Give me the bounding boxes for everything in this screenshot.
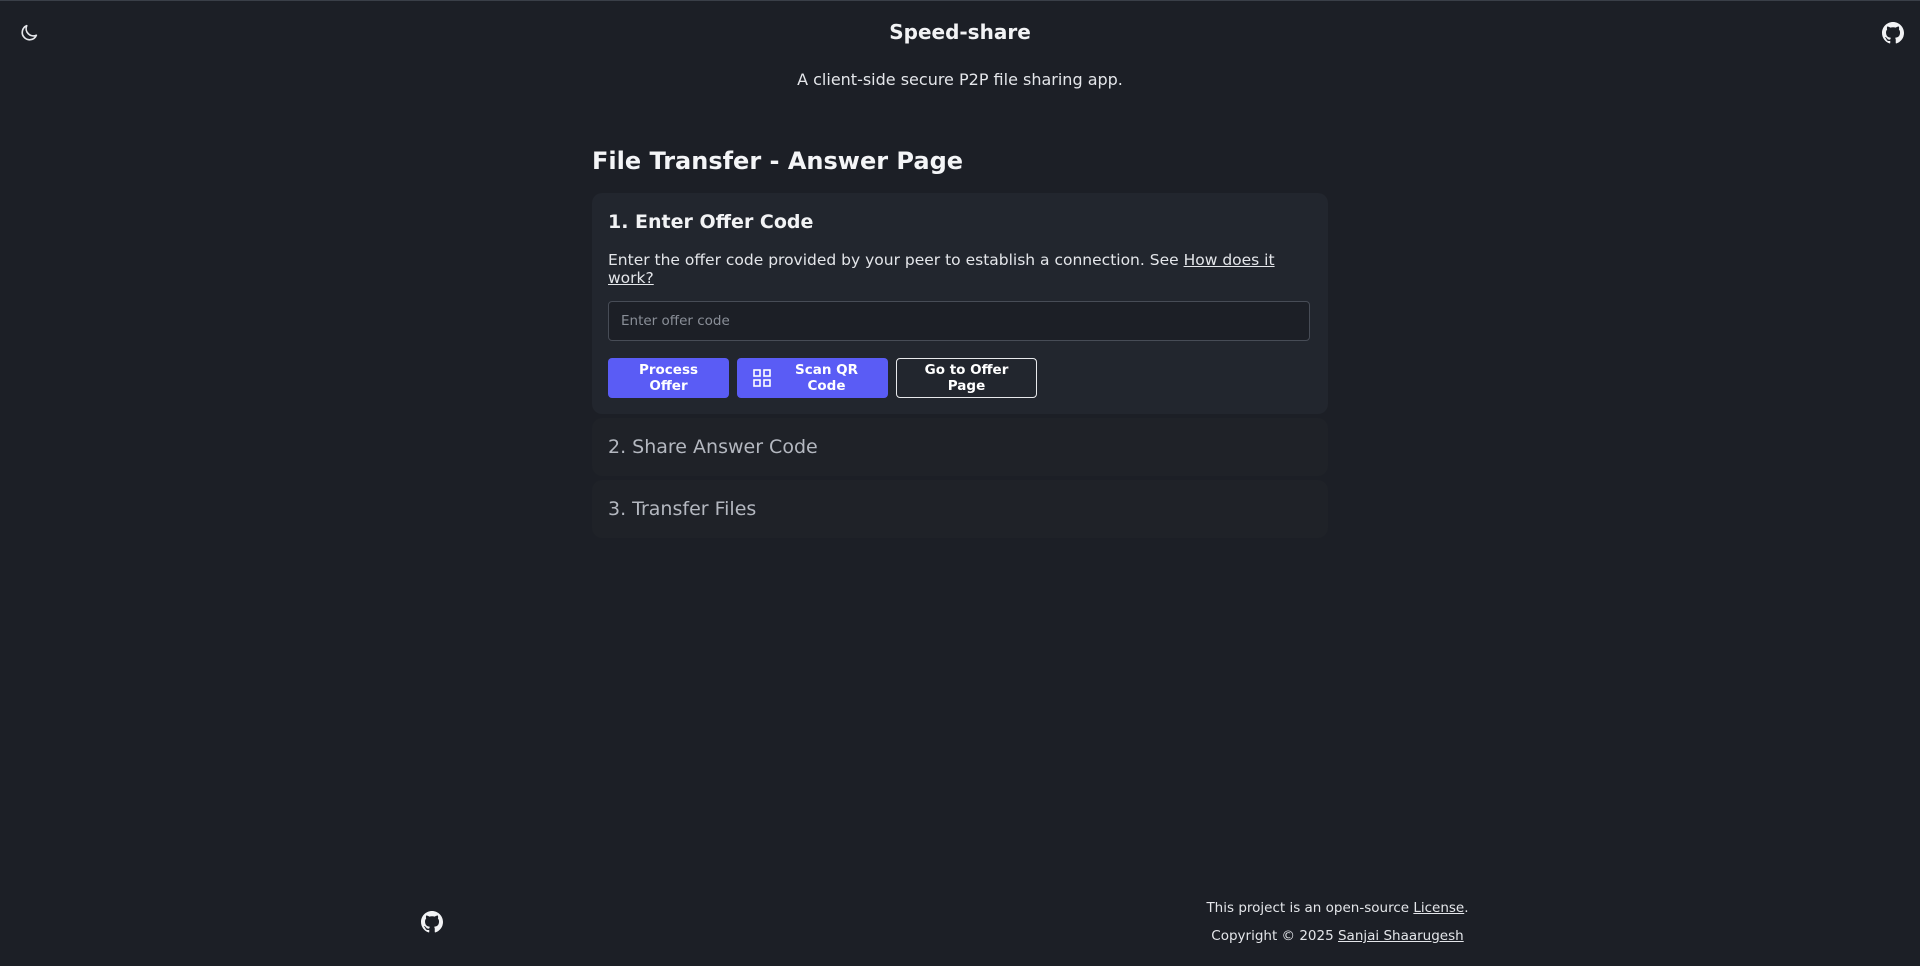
- top-border: [0, 0, 1920, 1]
- process-offer-label: Process Offer: [638, 362, 699, 394]
- scan-qr-button[interactable]: Scan QR Code: [737, 358, 888, 398]
- step1-card: 1. Enter Offer Code Enter the offer code…: [592, 193, 1328, 414]
- step1-button-row: Process Offer Scan QR Code Go to Offer P…: [608, 358, 1312, 398]
- license-prefix: This project is an open-source: [1206, 900, 1414, 916]
- offer-code-input[interactable]: [608, 301, 1310, 341]
- app-title: Speed-share: [889, 20, 1031, 44]
- license-link[interactable]: License: [1413, 900, 1464, 916]
- main-content: File Transfer - Answer Page 1. Enter Off…: [592, 145, 1328, 542]
- github-icon: [1882, 22, 1904, 44]
- step1-title: 1. Enter Offer Code: [608, 211, 814, 233]
- github-icon: [421, 911, 443, 933]
- scan-qr-label: Scan QR Code: [794, 362, 859, 394]
- footer-copyright-line: Copyright © 2025 Sanjai Shaarugesh: [1180, 928, 1495, 944]
- go-to-offer-page-button[interactable]: Go to Offer Page: [896, 358, 1037, 398]
- step3-section[interactable]: 3. Transfer Files: [592, 480, 1328, 538]
- step3-title: 3. Transfer Files: [608, 498, 757, 520]
- process-offer-button[interactable]: Process Offer: [608, 358, 729, 398]
- step2-section[interactable]: 2. Share Answer Code: [592, 418, 1328, 476]
- footer-github-link[interactable]: [420, 910, 444, 934]
- go-to-offer-page-label: Go to Offer Page: [924, 362, 1009, 394]
- step1-description: Enter the offer code provided by your pe…: [608, 251, 1312, 287]
- footer-license-line: This project is an open-source License.: [1180, 900, 1495, 916]
- step2-title: 2. Share Answer Code: [608, 436, 818, 458]
- copyright-prefix: Copyright © 2025: [1211, 928, 1338, 944]
- qr-code-icon: [753, 369, 771, 387]
- github-link[interactable]: [1880, 20, 1906, 46]
- author-link[interactable]: Sanjai Shaarugesh: [1338, 928, 1464, 944]
- license-suffix: .: [1464, 900, 1469, 916]
- app-subtitle: A client-side secure P2P file sharing ap…: [797, 70, 1123, 89]
- page-title: File Transfer - Answer Page: [592, 147, 964, 175]
- step1-description-text: Enter the offer code provided by your pe…: [608, 251, 1184, 269]
